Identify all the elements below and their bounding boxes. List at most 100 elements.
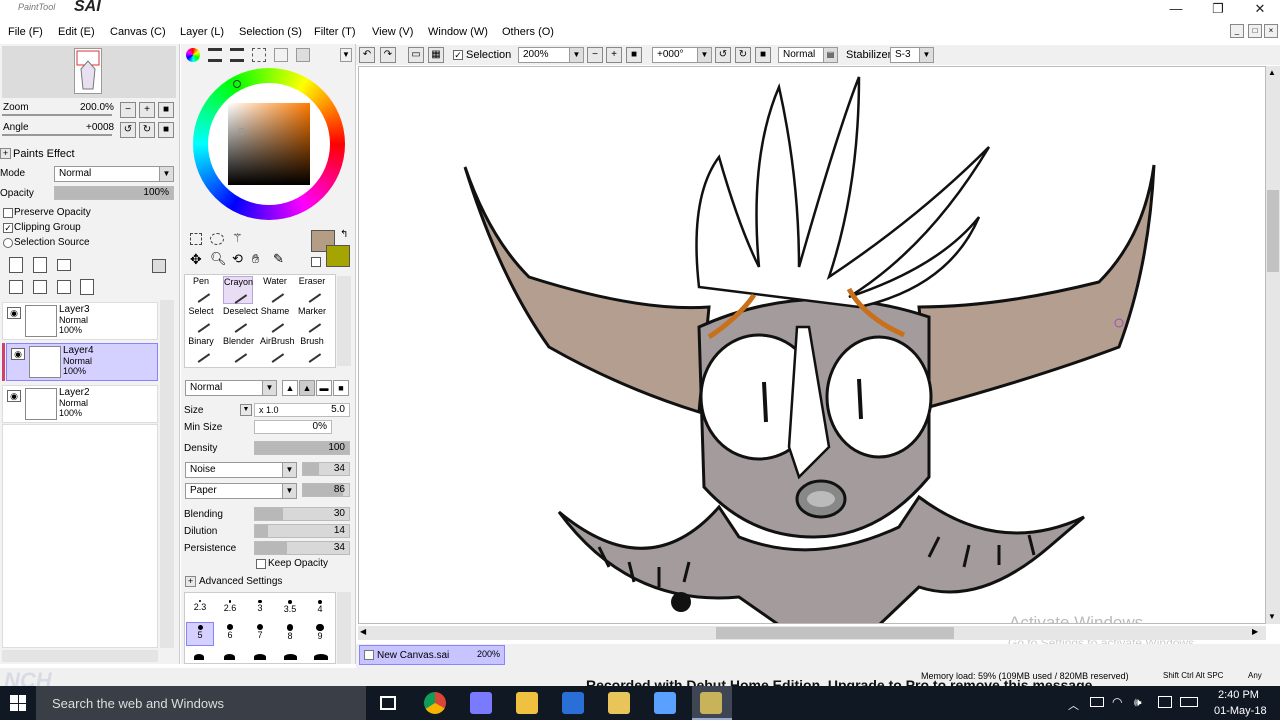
tray-chevron-icon[interactable]: ︿ <box>1068 697 1079 713</box>
rect-select-icon[interactable] <box>190 233 202 245</box>
zoom-out-button[interactable]: − <box>587 47 603 63</box>
scroll-right-icon[interactable]: ▶ <box>1252 627 1258 636</box>
selection-source-radio[interactable] <box>3 238 13 248</box>
merge-down-icon[interactable] <box>33 280 47 294</box>
density-slider[interactable]: 100 <box>254 441 350 455</box>
magic-wand-icon[interactable]: ⚚ <box>232 231 244 245</box>
paper-texture-select[interactable]: Paper ▼ <box>185 483 297 499</box>
zoom-select[interactable]: 200% ▼ <box>518 47 584 63</box>
dilution-slider[interactable]: 14 <box>254 524 350 538</box>
color-wheel-tab-icon[interactable] <box>186 48 200 62</box>
transparent-color-icon[interactable] <box>311 257 321 267</box>
invert-selection-icon[interactable]: ▦ <box>428 47 444 63</box>
hscroll-thumb[interactable] <box>716 627 954 639</box>
menu-window[interactable]: Window (W) <box>428 24 488 40</box>
app-icon[interactable] <box>470 692 492 714</box>
new-vector-layer-icon[interactable] <box>33 257 47 273</box>
chrome-icon[interactable] <box>424 692 446 714</box>
scratchpad-tab-icon[interactable] <box>274 48 288 62</box>
move-icon[interactable]: ✥ <box>190 252 202 266</box>
rotate-reset-icon[interactable]: ■ <box>158 122 174 138</box>
view-blend-select[interactable]: Normal ▤ <box>778 47 838 63</box>
lasso-icon[interactable] <box>210 233 224 245</box>
color-panel-menu-icon[interactable]: ▼ <box>340 48 352 62</box>
scroll-up-icon[interactable]: ▲ <box>1268 68 1276 77</box>
redo-icon[interactable]: ↷ <box>380 47 396 63</box>
tool-airbrush[interactable]: AirBrush <box>260 336 295 364</box>
folder-icon[interactable] <box>608 692 630 714</box>
blending-slider[interactable]: 30 <box>254 507 350 521</box>
size-preset[interactable]: 3.5 <box>276 596 304 620</box>
new-layer-icon[interactable] <box>9 257 23 273</box>
undo-icon[interactable]: ↶ <box>359 47 375 63</box>
clipping-group-checkbox[interactable]: ✓ <box>3 223 13 233</box>
notification-icon[interactable] <box>1158 696 1172 708</box>
mdi-minimize-icon[interactable]: _ <box>1230 24 1244 38</box>
size-preset[interactable]: 7 <box>246 622 274 646</box>
size-preset[interactable]: 8 <box>276 622 304 646</box>
tool-shame[interactable]: Shame <box>260 306 290 334</box>
tool-crayon[interactable]: Crayon <box>223 276 253 304</box>
selection-checkbox[interactable]: ✓ <box>453 50 463 60</box>
drawing-canvas[interactable]: Activate Windows <box>358 66 1266 624</box>
hsv-slider-tab-icon[interactable] <box>230 48 244 62</box>
zoom-in-button[interactable]: + <box>606 47 622 63</box>
size-preset[interactable]: 2.6 <box>216 596 244 620</box>
layer-opacity-slider[interactable]: 100% <box>54 186 174 200</box>
tool-water[interactable]: Water <box>260 276 290 304</box>
layer-mask-icon[interactable] <box>152 259 166 273</box>
menu-filter[interactable]: Filter (T) <box>314 24 356 40</box>
tool-deselect[interactable]: Deselect <box>223 306 258 334</box>
tool-marker[interactable]: Marker <box>297 306 327 334</box>
layers-hscrollbar[interactable] <box>2 650 158 662</box>
layers-scrollbar[interactable] <box>160 300 174 648</box>
persistence-slider[interactable]: 34 <box>254 541 350 555</box>
brush-size-slider[interactable]: x 1.0 5.0 <box>254 403 350 417</box>
brush-shape-medium-icon[interactable]: ▲ <box>299 380 315 396</box>
size-preset[interactable]: 3 <box>246 596 274 620</box>
rotate-cw-button[interactable]: ↻ <box>735 47 751 63</box>
vscroll-thumb[interactable] <box>1267 190 1279 272</box>
canvas-vscrollbar[interactable] <box>1266 66 1280 624</box>
angle-select[interactable]: +000° ▼ <box>652 47 712 63</box>
tool-blender[interactable]: Blender <box>223 336 254 364</box>
wifi-icon[interactable]: ◠ <box>1112 695 1122 709</box>
eye-icon[interactable]: ◉ <box>11 348 25 360</box>
trash-icon[interactable] <box>80 279 94 295</box>
rotate-left-icon[interactable]: ↺ <box>120 122 136 138</box>
menu-others[interactable]: Others (O) <box>502 24 554 40</box>
deselect-icon[interactable]: ▭ <box>408 47 424 63</box>
eye-icon[interactable]: ◉ <box>7 390 21 402</box>
brush-blend-mode-select[interactable]: Normal ▼ <box>185 380 277 396</box>
canvas-tab[interactable]: New Canvas.sai 200% <box>359 645 505 665</box>
zoom-tool-icon[interactable]: 🔍︎ <box>210 252 227 266</box>
rgb-slider-tab-icon[interactable] <box>208 48 222 62</box>
stabilizer-select[interactable]: S-3 ▼ <box>890 47 934 63</box>
windows-start-icon[interactable] <box>10 695 26 711</box>
tool-select[interactable]: Select <box>186 306 216 334</box>
angle-slider[interactable] <box>2 134 112 136</box>
menu-edit[interactable]: Edit (E) <box>58 24 95 40</box>
scroll-left-icon[interactable]: ◀ <box>360 627 366 636</box>
brush-shape-flat-icon[interactable]: ■ <box>333 380 349 396</box>
swatches-tab-icon[interactable] <box>252 48 266 62</box>
tool-pen[interactable]: Pen <box>186 276 216 304</box>
scroll-down-icon[interactable]: ▼ <box>1268 612 1276 621</box>
layer-row-layer2[interactable]: ◉ Layer2 Normal 100% <box>2 385 158 423</box>
tool-eraser[interactable]: Eraser <box>297 276 327 304</box>
keep-opacity-checkbox[interactable] <box>256 559 266 569</box>
zoom-out-icon[interactable]: − <box>120 102 136 118</box>
presets-scrollbar[interactable] <box>337 592 351 664</box>
menu-file[interactable]: File (F) <box>8 24 43 40</box>
volume-icon[interactable]: 🕪︎ <box>1134 695 1142 710</box>
layer-row-layer4[interactable]: ◉ Layer4 Normal 100% <box>6 343 158 381</box>
size-preset[interactable]: 5 <box>186 622 214 646</box>
noise-slider[interactable]: 34 <box>302 462 350 476</box>
menu-view[interactable]: View (V) <box>372 24 413 40</box>
rotate-ccw-button[interactable]: ↺ <box>715 47 731 63</box>
brush-shape-soft-icon[interactable]: ▲ <box>282 380 298 396</box>
tool-brush[interactable]: Brush <box>297 336 327 364</box>
swap-colors-icon[interactable]: ↰ <box>340 229 348 240</box>
close-button[interactable]: ✕ <box>1238 0 1280 18</box>
hand-tool-icon[interactable]: ✋︎ <box>252 252 259 266</box>
